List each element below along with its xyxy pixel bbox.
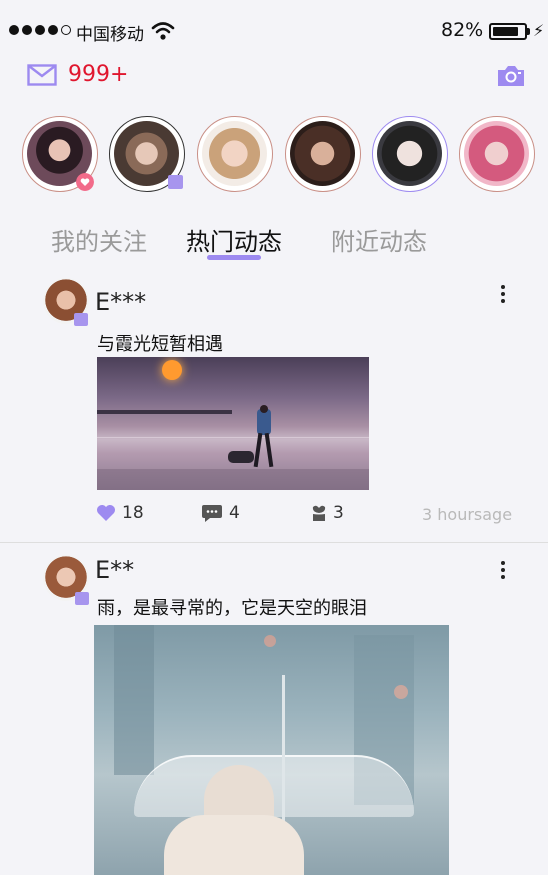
post-actions: 18 4 3 3 hoursage — [0, 503, 548, 529]
post-username[interactable]: E** — [95, 556, 134, 584]
mail-count-badge[interactable]: 999+ — [68, 62, 128, 87]
post-divider — [0, 542, 548, 543]
post-image[interactable] — [97, 357, 369, 490]
verified-icon — [75, 592, 89, 605]
charging-icon: ⚡ — [533, 21, 545, 40]
verified-icon — [74, 313, 88, 326]
status-bar: 中国移动 82% ⚡ — [0, 0, 548, 60]
avatar — [202, 121, 267, 186]
post-image[interactable] — [94, 625, 449, 875]
heart-icon — [97, 505, 115, 521]
post-caption: 雨，是最寻常的，它是天空的眼泪 — [97, 598, 367, 619]
battery-percent: 82% — [441, 19, 484, 41]
tab-hot[interactable]: 热门动态 — [186, 222, 282, 257]
gift-button[interactable]: 3 — [311, 503, 344, 523]
comment-count: 4 — [229, 503, 240, 523]
mail-icon[interactable] — [27, 64, 57, 86]
comment-icon — [202, 505, 222, 522]
battery-icon — [489, 23, 527, 40]
tab-following[interactable]: 我的关注 — [51, 222, 147, 257]
post-username[interactable]: E*** — [95, 288, 146, 316]
tab-nearby[interactable]: 附近动态 — [331, 222, 427, 257]
feed-tabs: 我的关注 热门动态 附近动态 — [0, 220, 548, 265]
active-tab-indicator — [207, 255, 261, 260]
carrier-name: 中国移动 — [76, 25, 144, 45]
camera-icon[interactable] — [496, 64, 526, 88]
post-timestamp: 3 hoursage — [422, 505, 513, 524]
avatar — [464, 121, 529, 186]
story-avatar[interactable] — [372, 116, 448, 192]
gift-count: 3 — [333, 503, 344, 523]
story-avatar[interactable] — [459, 116, 535, 192]
avatar — [290, 121, 355, 186]
wifi-icon — [151, 22, 175, 40]
avatar — [377, 121, 442, 186]
story-avatar[interactable] — [197, 116, 273, 192]
verified-icon — [168, 175, 183, 189]
more-options-icon[interactable] — [499, 285, 507, 306]
story-avatar[interactable] — [22, 116, 98, 192]
battery-tip — [527, 28, 530, 35]
stories-row — [22, 116, 548, 194]
comment-button[interactable]: 4 — [201, 503, 240, 523]
signal-strength-icon — [9, 25, 71, 35]
like-count: 18 — [122, 503, 144, 523]
gift-icon — [312, 505, 326, 521]
post-caption: 与霞光短暂相遇 — [97, 334, 223, 355]
story-avatar[interactable] — [109, 116, 185, 192]
heart-icon — [76, 173, 94, 191]
story-avatar[interactable] — [285, 116, 361, 192]
more-options-icon[interactable] — [499, 561, 507, 582]
like-button[interactable]: 18 — [96, 503, 144, 523]
